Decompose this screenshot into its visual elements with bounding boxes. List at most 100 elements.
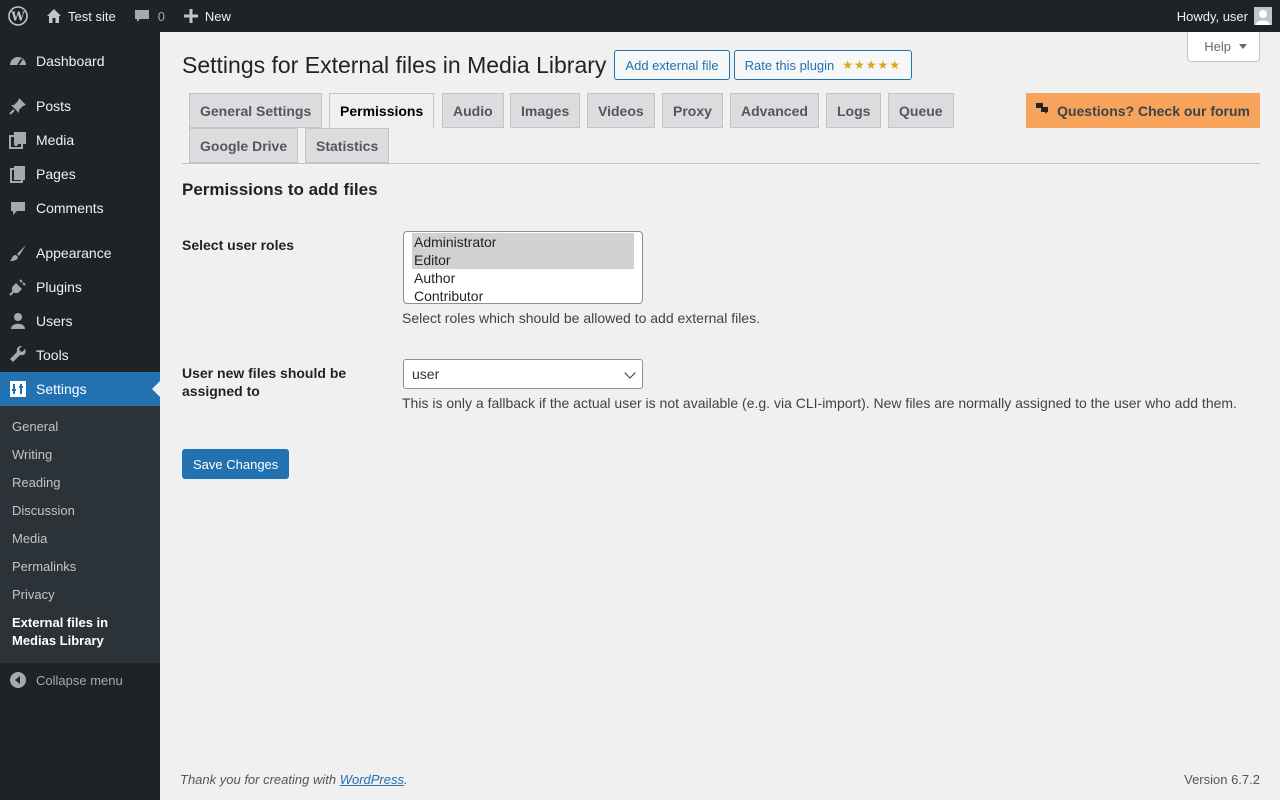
sidebar-item-label: Plugins [36,279,82,295]
forum-button-label: Questions? Check our forum [1057,102,1250,119]
sidebar-item-users[interactable]: Users [0,304,160,338]
footer-thanks-prefix: Thank you for creating with [180,772,340,787]
site-name-link[interactable]: Test site [36,0,124,32]
help-label: Help [1204,39,1231,54]
chevron-down-icon [624,367,636,379]
plus-icon [181,6,201,26]
submenu-item-media[interactable]: Media [0,525,160,553]
submenu-item-privacy[interactable]: Privacy [0,581,160,609]
new-content-link[interactable]: New [173,0,239,32]
assign-user-select[interactable]: user [403,359,643,389]
media-icon [8,130,28,150]
sidebar-item-appearance[interactable]: Appearance [0,236,160,270]
submenu-item-general[interactable]: General [0,413,160,441]
sidebar-item-label: Pages [36,166,76,182]
main-content: Help Settings for External files in Medi… [160,32,1280,800]
select-roles-label: Select user roles [182,237,295,253]
role-option-editor[interactable]: Editor [412,251,634,269]
user-icon [8,311,28,331]
tab-images[interactable]: Images [510,93,581,128]
sidebar-item-posts[interactable]: Posts [0,89,160,123]
collapse-menu-label: Collapse menu [36,672,123,688]
admin-sidebar: Dashboard Posts Media Pages Comments App… [0,32,160,800]
tab-audio[interactable]: Audio [442,93,504,128]
sidebar-item-label: Settings [36,381,87,397]
user-roles-multiselect[interactable]: Administrator Editor Author Contributor [403,231,643,304]
comment-bubble-icon [132,6,152,26]
sidebar-item-dashboard[interactable]: Dashboard [0,44,160,78]
rate-plugin-button[interactable]: Rate this plugin ★★★★★ [733,50,913,80]
comment-icon [8,198,28,218]
footer-thanks-suffix: . [404,772,408,787]
avatar [1254,7,1272,25]
brush-icon [8,243,28,263]
pin-icon [8,96,28,116]
settings-tabs: General Settings Permissions Audio Image… [182,93,1260,164]
tab-permissions[interactable]: Permissions [329,93,435,128]
add-external-file-label: Add external file [625,57,719,73]
tab-proxy[interactable]: Proxy [662,93,723,128]
forum-button[interactable]: Questions? Check our forum [1026,93,1260,128]
collapse-menu-button[interactable]: Collapse menu [0,663,160,697]
save-changes-button[interactable]: Save Changes [182,449,290,479]
wrench-icon [8,345,28,365]
settings-icon [8,379,28,399]
pages-icon [8,164,28,184]
sidebar-item-label: Posts [36,98,72,114]
comments-count: 0 [157,8,165,24]
wordpress-logo-icon[interactable]: W [0,0,36,32]
submenu-item-permalinks[interactable]: Permalinks [0,553,160,581]
rate-plugin-label: Rate this plugin [744,57,835,73]
tab-google-drive[interactable]: Google Drive [189,128,299,163]
submenu-item-writing[interactable]: Writing [0,441,160,469]
comments-link[interactable]: 0 [124,0,173,32]
dashboard-icon [8,51,28,71]
sidebar-item-settings[interactable]: Settings [0,372,160,406]
chat-icon [1036,103,1049,118]
wordpress-link[interactable]: WordPress [340,772,404,787]
roles-description: Select roles which should be allowed to … [402,310,760,326]
svg-text:W: W [10,10,25,24]
site-name: Test site [68,8,116,24]
save-changes-label: Save Changes [193,456,279,472]
settings-submenu: General Writing Reading Discussion Media… [0,406,160,663]
sidebar-item-label: Media [36,132,75,148]
howdy-text: Howdy, user [1176,8,1248,24]
new-label: New [204,8,231,24]
submenu-item-external-files[interactable]: External files in Medias Library [0,609,160,655]
assign-user-description: This is only a fallback if the actual us… [402,395,1237,411]
collapse-arrow-icon [10,672,26,688]
title-row: Settings for External files in Media Lib… [182,50,913,80]
tab-advanced[interactable]: Advanced [730,93,819,128]
role-option-administrator[interactable]: Administrator [412,233,634,251]
assign-user-value: user [412,366,440,382]
role-option-author[interactable]: Author [412,269,634,287]
sidebar-item-tools[interactable]: Tools [0,338,160,372]
rating-stars-icon: ★★★★★ [842,58,902,72]
footer-version: Version 6.7.2 [1184,772,1260,787]
sidebar-item-label: Appearance [36,245,112,261]
home-icon [44,6,64,26]
sidebar-item-pages[interactable]: Pages [0,157,160,191]
caret-down-icon [1239,44,1247,49]
tab-statistics[interactable]: Statistics [305,128,390,163]
sidebar-item-label: Comments [36,200,104,216]
tab-logs[interactable]: Logs [826,93,882,128]
assign-user-label: User new files should be assigned to [182,365,347,399]
tab-videos[interactable]: Videos [587,93,655,128]
submenu-item-discussion[interactable]: Discussion [0,497,160,525]
my-account[interactable]: Howdy, user [1177,0,1272,32]
sidebar-item-comments[interactable]: Comments [0,191,160,225]
help-button[interactable]: Help [1187,32,1260,62]
role-option-contributor[interactable]: Contributor [412,287,634,303]
submenu-item-reading[interactable]: Reading [0,469,160,497]
tab-general-settings[interactable]: General Settings [189,93,323,128]
footer-thanks: Thank you for creating with WordPress. [180,772,408,787]
tab-queue[interactable]: Queue [888,93,954,128]
sidebar-item-plugins[interactable]: Plugins [0,270,160,304]
sidebar-item-label: Users [36,313,73,329]
sidebar-item-label: Dashboard [36,53,105,69]
add-external-file-button[interactable]: Add external file [614,50,730,80]
admin-bar: W Test site 0 New Howdy, user [0,0,1280,32]
sidebar-item-media[interactable]: Media [0,123,160,157]
